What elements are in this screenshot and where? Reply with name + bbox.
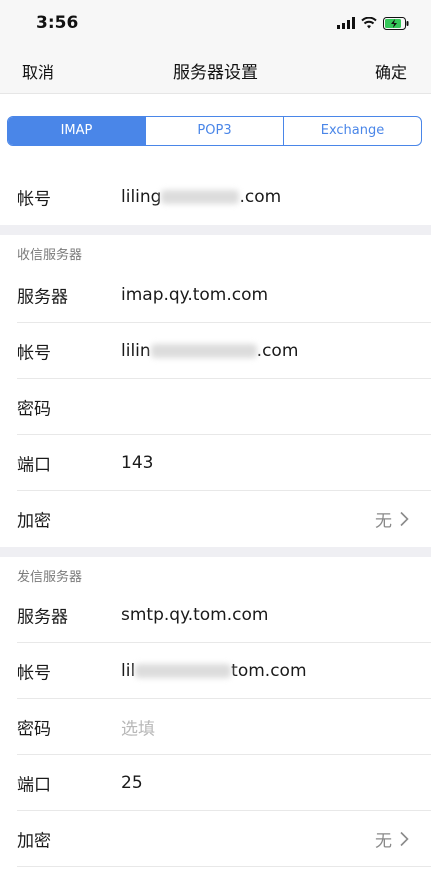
outgoing-password-label: 密码 (17, 719, 51, 740)
incoming-account-prefix: lilin (121, 341, 151, 361)
outgoing-encryption-value: 无 (375, 831, 392, 852)
account-value[interactable]: liling .com (121, 187, 281, 207)
outgoing-port-input[interactable]: 25 (121, 773, 143, 793)
chevron-right-icon (400, 511, 409, 527)
tab-pop3[interactable]: POP3 (145, 117, 283, 145)
incoming-encryption-row[interactable]: 加密 无 (0, 491, 431, 547)
outgoing-port-row[interactable]: 端口 25 (0, 755, 431, 811)
incoming-header-text: 收信服务器 (17, 248, 83, 263)
redacted-blur (135, 664, 232, 678)
incoming-account-label: 帐号 (17, 343, 51, 364)
account-prefix: liling (121, 187, 162, 207)
tab-exchange[interactable]: Exchange (283, 117, 421, 145)
incoming-password-row[interactable]: 密码 (0, 379, 431, 435)
outgoing-account-suffix: tom.com (231, 661, 307, 681)
incoming-encryption-select[interactable]: 无 (375, 507, 409, 532)
account-suffix: .com (239, 187, 282, 207)
incoming-encryption-label: 加密 (17, 511, 51, 532)
nav-bar: 取消 服务器设置 确定 (0, 46, 431, 94)
outgoing-account-input[interactable]: lil tom.com (121, 661, 307, 681)
outgoing-server-label: 服务器 (17, 607, 68, 628)
outgoing-section-header: 发信服务器 (0, 557, 431, 589)
section-gap (0, 547, 431, 557)
outgoing-encryption-label: 加密 (17, 831, 51, 852)
incoming-server-row[interactable]: 服务器 imap.qy.tom.com (0, 267, 431, 323)
incoming-port-input[interactable]: 143 (121, 453, 153, 473)
account-row[interactable]: 帐号 liling .com (0, 169, 431, 225)
account-label: 帐号 (17, 189, 51, 210)
redacted-blur (161, 190, 240, 204)
page-title: 服务器设置 (173, 63, 258, 83)
outgoing-account-prefix: lil (121, 661, 136, 681)
section-gap (0, 225, 431, 235)
incoming-section-header: 收信服务器 (0, 235, 431, 267)
chevron-right-icon (400, 831, 409, 847)
outgoing-password-row[interactable]: 密码 选填 (0, 699, 431, 755)
incoming-server-input[interactable]: imap.qy.tom.com (121, 285, 268, 305)
incoming-port-label: 端口 (17, 455, 51, 476)
redacted-blur (150, 344, 257, 358)
status-time: 3:56 (36, 13, 79, 33)
incoming-server-label: 服务器 (17, 287, 68, 308)
outgoing-server-row[interactable]: 服务器 smtp.qy.tom.com (0, 587, 431, 643)
outgoing-password-input[interactable]: 选填 (121, 715, 155, 740)
divider (17, 866, 431, 867)
battery-charging-icon (383, 16, 409, 30)
signal-icon (337, 17, 355, 29)
incoming-encryption-value: 无 (375, 511, 392, 532)
tab-imap[interactable]: IMAP (8, 117, 145, 145)
wifi-icon (361, 17, 377, 29)
incoming-password-label: 密码 (17, 399, 51, 420)
incoming-account-input[interactable]: lilin .com (121, 341, 298, 361)
outgoing-encryption-select[interactable]: 无 (375, 827, 409, 852)
incoming-port-row[interactable]: 端口 143 (0, 435, 431, 491)
status-bar: 3:56 (0, 0, 431, 46)
confirm-button[interactable]: 确定 (375, 59, 407, 83)
outgoing-server-input[interactable]: smtp.qy.tom.com (121, 605, 268, 625)
outgoing-header-text: 发信服务器 (17, 570, 83, 585)
status-icons (337, 16, 409, 30)
incoming-account-row[interactable]: 帐号 lilin .com (0, 323, 431, 379)
outgoing-account-label: 帐号 (17, 663, 51, 684)
incoming-account-suffix: .com (256, 341, 299, 361)
outgoing-encryption-row[interactable]: 加密 无 (0, 811, 431, 867)
outgoing-account-row[interactable]: 帐号 lil tom.com (0, 643, 431, 699)
protocol-segmented-control: IMAP POP3 Exchange (7, 116, 422, 146)
outgoing-port-label: 端口 (17, 775, 51, 796)
